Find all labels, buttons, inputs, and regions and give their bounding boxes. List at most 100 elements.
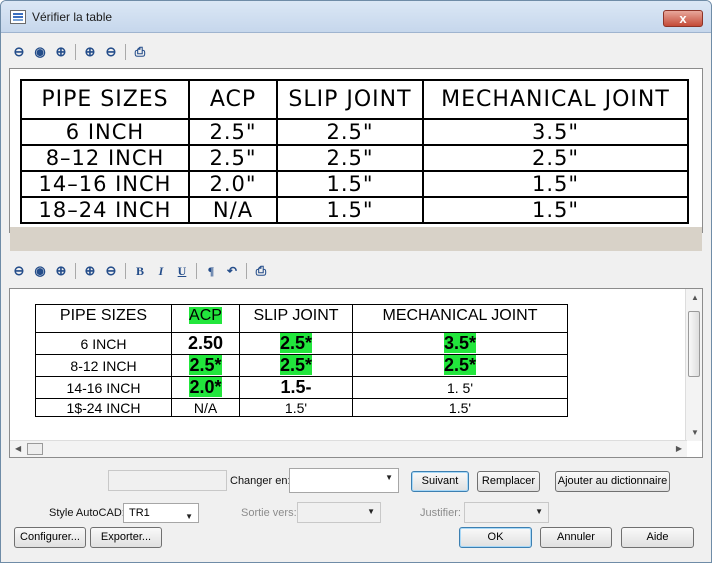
editable-cell[interactable]: 1.5' [352,398,568,417]
output-label: Sortie vers: [241,507,297,519]
drawing-row: 8–12 INCH 2.5" 2.5" 2.5" [20,144,689,172]
editable-cell[interactable]: 2.5* [171,354,240,377]
highlighted-word[interactable]: 2.5* [443,355,477,375]
editable-cell[interactable]: 6 INCH [35,332,172,355]
zoom-extents-icon[interactable]: ⊕ [52,43,70,61]
drawing-cell: 6 INCH [20,118,190,146]
editable-cell[interactable]: 2.50 [171,332,240,355]
editable-header-cell[interactable]: MECHANICAL JOINT [352,304,568,333]
editable-cell[interactable]: 3.5* [352,332,568,355]
highlighted-word[interactable]: 2.5* [279,355,313,375]
help-button[interactable]: Aide [621,527,694,548]
editable-table[interactable]: PIPE SIZES ACP SLIP JOINT MECHANICAL JOI… [35,304,568,417]
editable-cell[interactable]: 2.5* [239,354,353,377]
toolbar-separator [125,44,126,60]
next-button[interactable]: Suivant [411,471,469,492]
zoom-window-icon[interactable]: ◉ [31,43,49,61]
drawing-row: 14–16 INCH 2.0" 1.5" 1.5" [20,170,689,198]
editable-header-row: PIPE SIZES ACP SLIP JOINT MECHANICAL JOI… [35,304,568,333]
scroll-right-icon[interactable]: ▶ [676,444,682,453]
drawing-cell: 2.5" [188,118,278,146]
highlighted-word[interactable]: ACP [189,307,222,324]
window-title: Vérifier la table [32,10,113,24]
highlighted-word[interactable]: 2.5* [279,333,313,353]
preview-status-strip [10,227,702,251]
italic-button[interactable]: I [152,262,170,280]
undo-button[interactable]: ↶ [223,262,241,280]
editable-row: 14-16 INCH 2.0* 1.5- 1. 5' [35,376,568,399]
paragraph-button[interactable]: ¶ [202,262,220,280]
zoom-window-icon[interactable]: ◉ [31,262,49,280]
configure-button[interactable]: Configurer... [14,527,86,548]
replace-button[interactable]: Remplacer [477,471,540,492]
title-bar: Vérifier la table x [1,1,711,33]
toolbar-separator [125,263,126,279]
zoom-out-icon[interactable]: ⊖ [10,43,28,61]
change-to-label: Changer en: [230,475,291,487]
scroll-left-icon[interactable]: ◀ [15,444,21,453]
drawing-header-cell: MECHANICAL JOINT [422,79,689,120]
horizontal-scrollbar[interactable]: ◀ ▶ [10,440,687,457]
drawing-cell: 1.5" [422,196,689,224]
toolbar-separator [246,263,247,279]
drawing-cell: 3.5" [422,118,689,146]
drawing-cell: 14–16 INCH [20,170,190,198]
drawing-row: 18–24 INCH N/A 1.5" 1.5" [20,196,689,224]
autocad-style-select[interactable]: TR1 [123,503,199,526]
editable-cell[interactable]: 1.5' [239,398,353,417]
editable-header-cell[interactable]: PIPE SIZES [35,304,172,333]
close-button[interactable]: x [663,10,703,27]
editable-cell[interactable]: 2.5* [239,332,353,355]
editable-cell[interactable]: 14-16 INCH [35,376,172,399]
zoom-in-icon[interactable]: ⊕ [81,262,99,280]
drawing-cell: 2.0" [188,170,278,198]
top-view-toolbar: ⊖ ◉ ⊕ ⊕ ⊖ ⎙ [10,40,149,64]
editable-row: 8-12 INCH 2.5* 2.5* 2.5* [35,354,568,377]
ocr-editor[interactable]: PIPE SIZES ACP SLIP JOINT MECHANICAL JOI… [9,288,703,458]
editable-cell[interactable]: 8-12 INCH [35,354,172,377]
editable-cell[interactable]: 2.5* [352,354,568,377]
bold-button[interactable]: B [131,262,149,280]
autocad-style-label: Style AutoCAD: [49,507,125,519]
drawing-row: 6 INCH 2.5" 2.5" 3.5" [20,118,689,146]
add-to-dictionary-button[interactable]: Ajouter au dictionnaire [555,471,670,492]
drawing-cell: 2.5" [422,144,689,172]
editable-cell[interactable]: 1.5- [239,376,353,399]
vertical-scroll-thumb[interactable] [688,311,700,377]
vertical-scrollbar[interactable]: ▲ ▼ [685,289,702,441]
editable-header-cell[interactable]: SLIP JOINT [239,304,353,333]
drawing-header-cell: ACP [188,79,278,120]
ok-button[interactable]: OK [459,527,532,548]
scroll-down-icon[interactable]: ▼ [691,428,699,437]
editable-cell[interactable]: N/A [171,398,240,417]
drawing-cell: 1.5" [276,170,424,198]
editable-cell[interactable]: 2.0* [171,376,240,399]
zoom-in-icon[interactable]: ⊕ [81,43,99,61]
scroll-up-icon[interactable]: ▲ [691,293,699,302]
zoom-extents-icon[interactable]: ⊕ [52,262,70,280]
print-preview-icon[interactable]: ⎙ [131,43,149,61]
zoom-previous-icon[interactable]: ⊖ [102,262,120,280]
highlighted-word[interactable]: 3.5* [443,333,477,353]
underline-button[interactable]: U [173,262,191,280]
horizontal-scroll-thumb[interactable] [27,443,43,455]
zoom-out-icon[interactable]: ⊖ [10,262,28,280]
editable-cell[interactable]: 1. 5' [352,376,568,399]
export-button[interactable]: Exporter... [90,527,162,548]
cancel-button[interactable]: Annuler [540,527,612,548]
drawing-cell: 2.5" [276,118,424,146]
drawing-header-cell: SLIP JOINT [276,79,424,120]
misrecognized-text-field [108,470,227,491]
editable-cell[interactable]: 1$-24 INCH [35,398,172,417]
drawing-header-row: PIPE SIZES ACP SLIP JOINT MECHANICAL JOI… [20,79,689,120]
zoom-previous-icon[interactable]: ⊖ [102,43,120,61]
table-window-icon [10,10,26,24]
highlighted-word[interactable]: 2.5* [189,355,222,375]
toolbar-separator [75,263,76,279]
toolbar-separator [75,44,76,60]
highlighted-word[interactable]: 2.0* [189,377,222,397]
editable-header-cell[interactable]: ACP [171,304,240,333]
change-to-combobox[interactable] [289,468,399,493]
print-preview-icon[interactable]: ⎙ [252,262,270,280]
drawing-cell: N/A [188,196,278,224]
